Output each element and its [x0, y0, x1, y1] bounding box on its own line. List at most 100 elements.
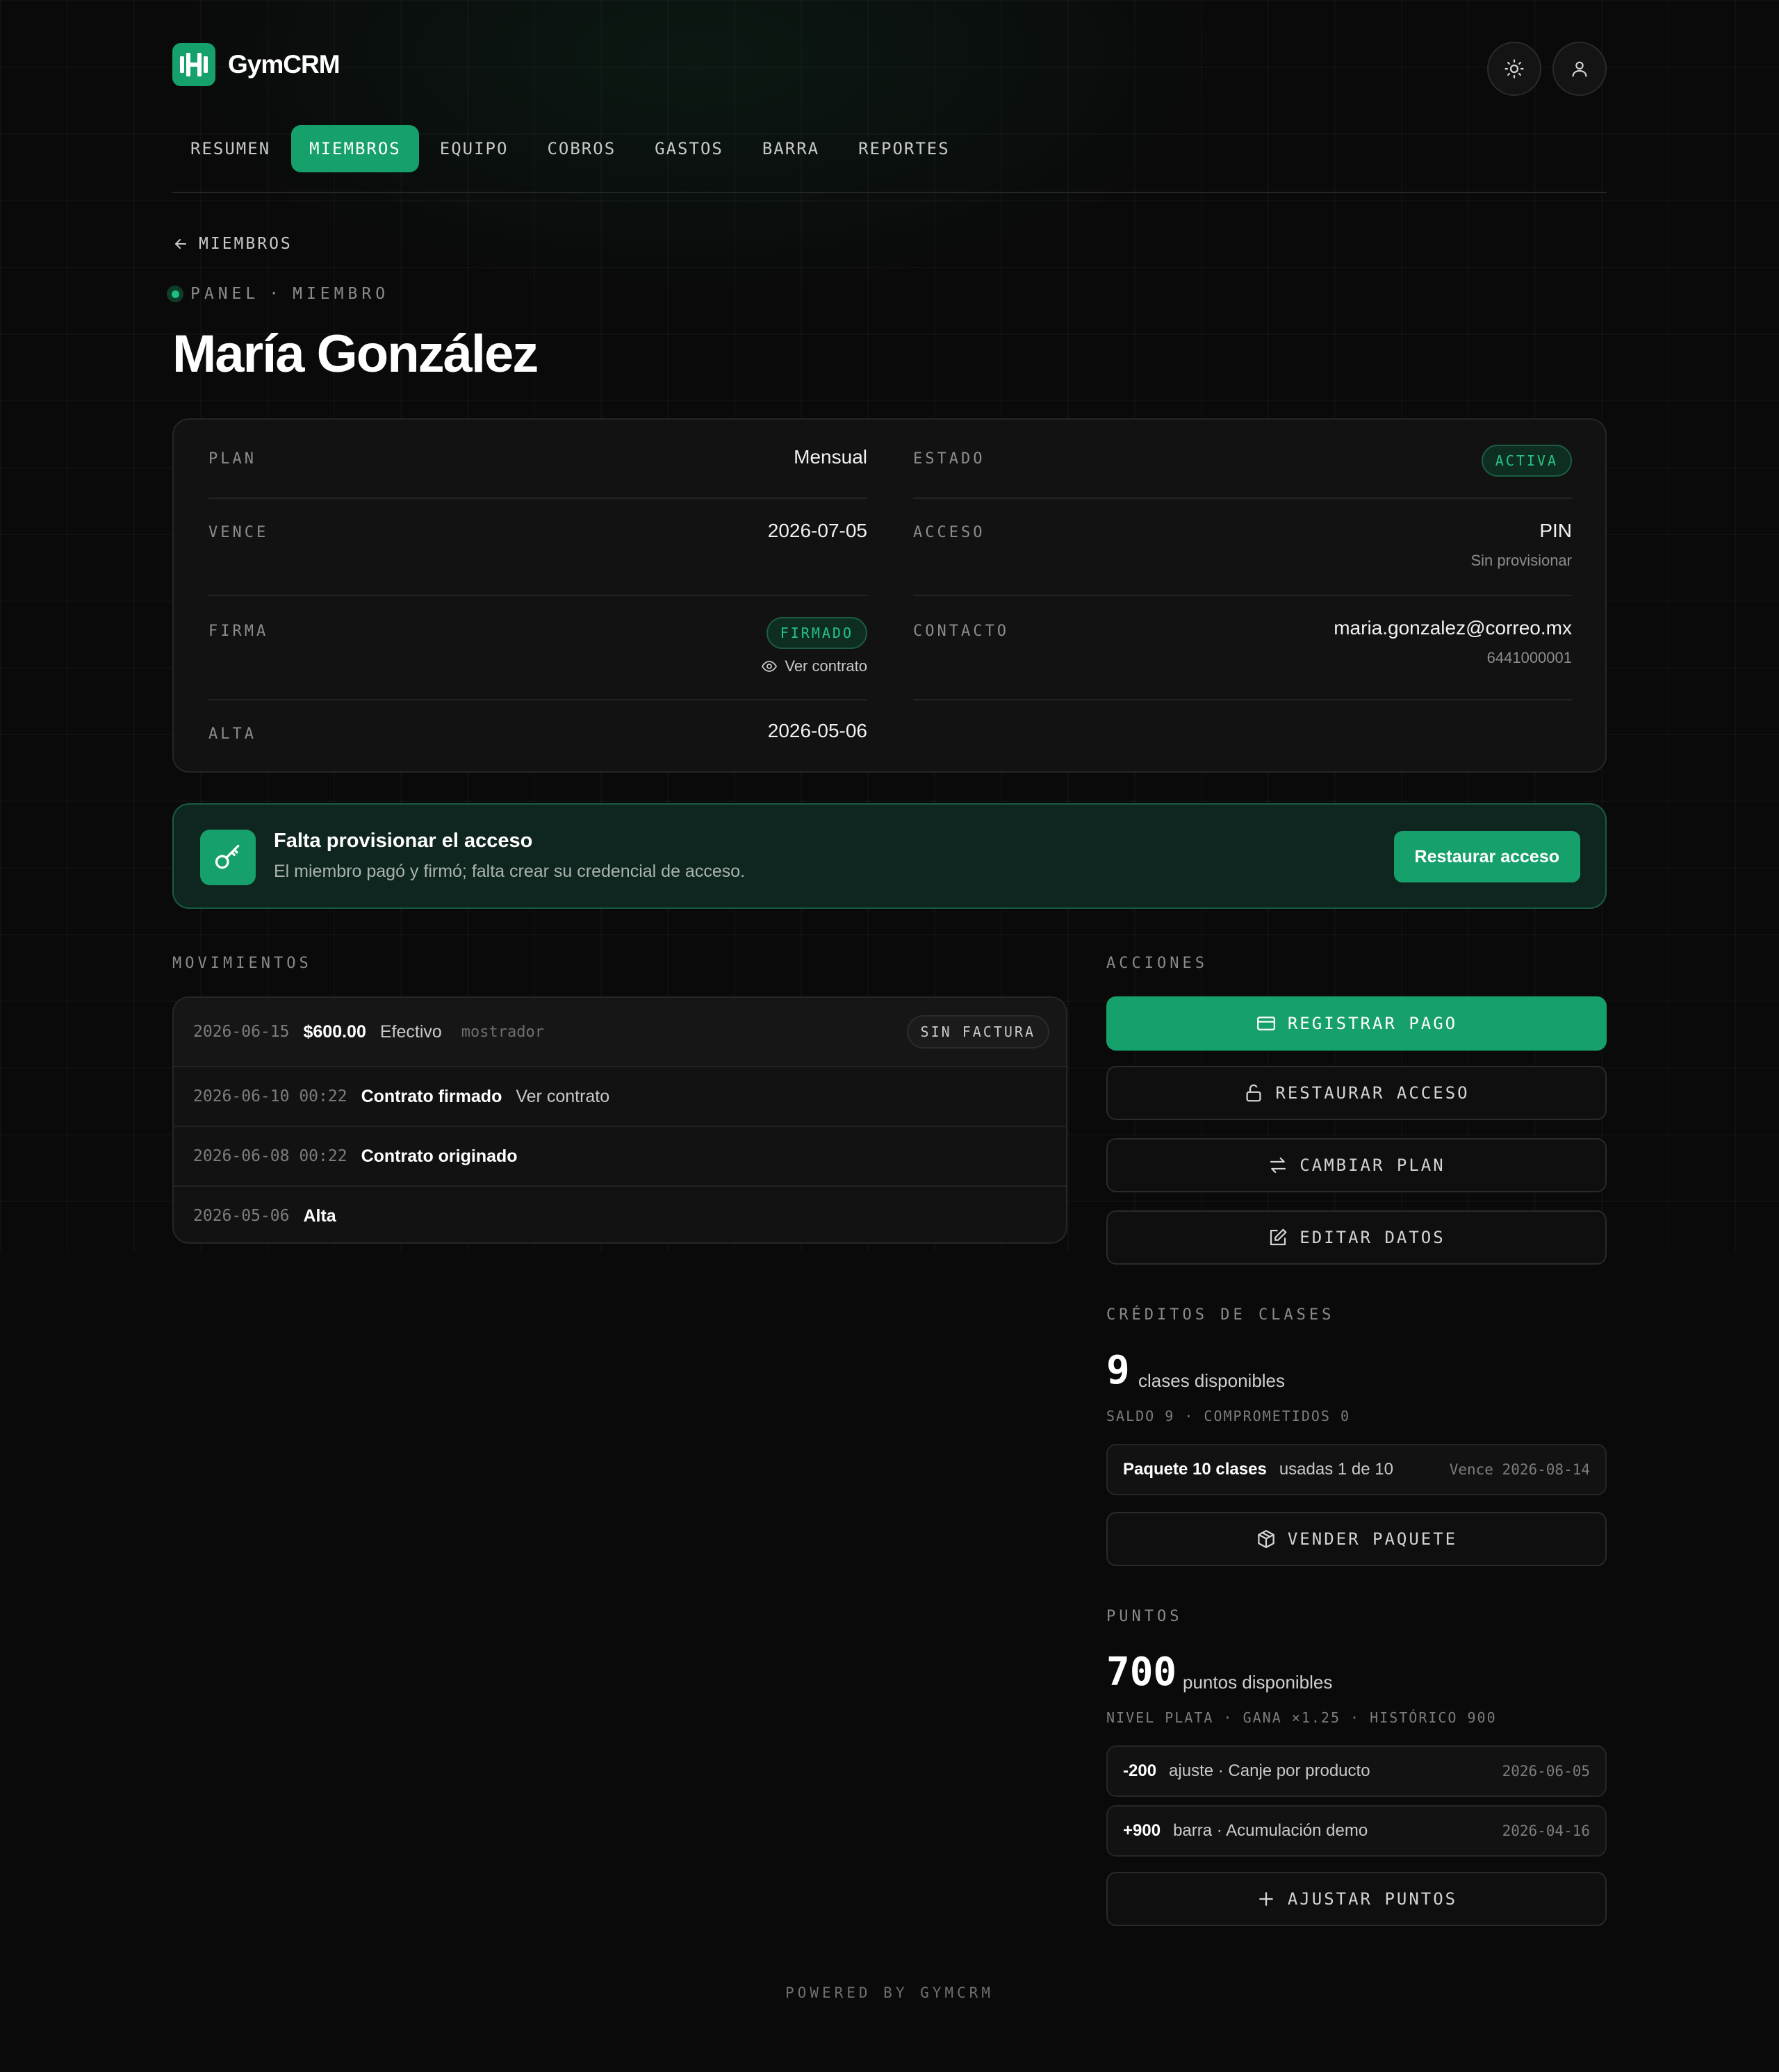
points-delta: -200: [1123, 1761, 1157, 1780]
arrow-left-icon: [175, 239, 186, 249]
movement-row: 2026-06-08 00:22 Contrato originado: [174, 1127, 1066, 1185]
points-meta: NIVEL PLATA · GANA ×1.25 · HISTÓRICO 900: [1106, 1709, 1497, 1726]
nav-item-cobros[interactable]: COBROS: [529, 125, 634, 172]
acceso-label: ACCESO: [913, 524, 985, 541]
main-nav: RESUMEN MIEMBROS EQUIPO COBROS GASTOS BA…: [172, 125, 971, 172]
editar-datos-label: EDITAR DATOS: [1300, 1228, 1445, 1247]
nav-item-reportes[interactable]: REPORTES: [840, 125, 968, 172]
page-title: María González: [172, 324, 539, 384]
registrar-pago-button[interactable]: REGISTRAR PAGO: [1106, 996, 1607, 1051]
editar-datos-button[interactable]: EDITAR DATOS: [1106, 1210, 1607, 1265]
movement-date: 2026-06-15: [193, 1023, 290, 1041]
cambiar-plan-button[interactable]: CAMBIAR PLAN: [1106, 1138, 1607, 1192]
package-usage: usadas 1 de 10: [1279, 1460, 1393, 1479]
contact-email: maria.gonzalez@correo.mx: [1334, 617, 1572, 639]
logo[interactable]: GymCRM: [172, 43, 341, 86]
back-link-label: MIEMBROS: [199, 235, 293, 253]
registrar-pago-label: REGISTRAR PAGO: [1287, 1014, 1458, 1033]
estado-label: ESTADO: [913, 450, 985, 468]
points-entry: +900 barra · Acumulación demo 2026-04-16: [1106, 1805, 1607, 1857]
creditos-heading: CRÉDITOS DE CLASES: [1106, 1306, 1335, 1324]
ajustar-puntos-button[interactable]: AJUSTAR PUNTOS: [1106, 1872, 1607, 1926]
key-icon: [200, 830, 256, 885]
nav-item-gastos[interactable]: GASTOS: [637, 125, 741, 172]
plan-value: Mensual: [794, 446, 867, 468]
edit-icon: [1270, 1228, 1287, 1246]
ver-contrato-movement-link[interactable]: Ver contrato: [516, 1087, 609, 1107]
ver-contrato-label: Ver contrato: [785, 657, 867, 675]
plan-label: PLAN: [208, 450, 256, 468]
restaurar-acceso-button[interactable]: RESTAURAR ACCESO: [1106, 1066, 1607, 1120]
points-delta: +900: [1123, 1821, 1161, 1840]
info-right-column: ESTADO ACTIVA ACCESO PIN Sin provisionar…: [913, 420, 1572, 774]
credits-meta: SALDO 9 · COMPROMETIDOS 0: [1106, 1408, 1351, 1424]
movement-date: 2026-06-08 00:22: [193, 1147, 347, 1165]
nav-item-miembros[interactable]: MIEMBROS: [291, 125, 419, 172]
back-link[interactable]: MIEMBROS: [172, 235, 293, 253]
vender-paquete-button[interactable]: VENDER PAQUETE: [1106, 1512, 1607, 1566]
restaurar-acceso-label: RESTAURAR ACCESO: [1275, 1083, 1470, 1103]
breadcrumb: PANEL · MIEMBRO: [167, 285, 389, 303]
app-header: GymCRM: [172, 42, 1607, 97]
unlock-icon: [1246, 1084, 1261, 1102]
movement-event: Contrato originado: [361, 1146, 518, 1166]
divider: [208, 498, 867, 499]
movement-date: 2026-06-10 00:22: [193, 1087, 347, 1105]
movement-date: 2026-05-06: [193, 1207, 290, 1225]
nav-item-barra[interactable]: BARRA: [744, 125, 837, 172]
contacto-label: CONTACTO: [913, 623, 1009, 640]
vender-paquete-label: VENDER PAQUETE: [1287, 1529, 1458, 1549]
access-alert-banner: Falta provisionar el acceso El miembro p…: [172, 803, 1607, 909]
info-left-column: PLAN Mensual VENCE 2026-07-05 FIRMA FIRM…: [208, 420, 867, 774]
movement-method: Efectivo: [379, 1021, 442, 1042]
nav-divider: [172, 192, 1607, 193]
acceso-status: Sin provisionar: [1470, 552, 1572, 569]
movement-row: 2026-06-10 00:22 Contrato firmado Ver co…: [174, 1067, 1066, 1126]
movement-row: 2026-05-06 Alta: [174, 1187, 1066, 1242]
movement-row: 2026-06-15 $600.00 Efectivo mostrador SI…: [174, 998, 1066, 1066]
user-menu-button[interactable]: [1552, 42, 1607, 96]
divider: [913, 595, 1572, 596]
package-expiry: Vence 2026-08-14: [1449, 1461, 1590, 1478]
divider: [913, 699, 1572, 700]
breadcrumb-panel: PANEL: [190, 285, 260, 303]
cambiar-plan-label: CAMBIAR PLAN: [1300, 1156, 1445, 1175]
status-dot-icon: [167, 286, 183, 302]
package-icon: [1258, 1530, 1274, 1548]
credits-count: 9: [1106, 1348, 1130, 1393]
package-name: Paquete 10 clases: [1123, 1460, 1267, 1479]
movement-amount: $600.00: [303, 1021, 366, 1042]
movement-event: Contrato firmado: [361, 1086, 502, 1106]
divider: [208, 699, 867, 700]
theme-toggle-button[interactable]: [1487, 42, 1541, 96]
invoice-status-badge: SIN FACTURA: [906, 1015, 1049, 1049]
dumbbell-logo-icon: [172, 43, 215, 86]
member-info-card: PLAN Mensual VENCE 2026-07-05 FIRMA FIRM…: [172, 418, 1607, 773]
estado-status-badge: ACTIVA: [1481, 445, 1572, 477]
acciones-heading: ACCIONES: [1106, 955, 1208, 972]
vence-value: 2026-07-05: [767, 520, 867, 541]
points-date: 2026-06-05: [1502, 1763, 1590, 1779]
nav-item-resumen[interactable]: RESUMEN: [172, 125, 288, 172]
app-name: GymCRM: [228, 50, 341, 79]
credit-card-icon: [1256, 1017, 1275, 1030]
firma-status-badge: FIRMADO: [766, 617, 867, 649]
points-entry: -200 ajuste · Canje por producto 2026-06…: [1106, 1745, 1607, 1797]
ajustar-puntos-label: AJUSTAR PUNTOS: [1287, 1889, 1458, 1909]
puntos-heading: PUNTOS: [1106, 1608, 1183, 1625]
swap-icon: [1270, 1157, 1286, 1174]
credits-label: clases disponibles: [1138, 1370, 1286, 1391]
restaurar-acceso-alert-button[interactable]: Restaurar acceso: [1393, 831, 1580, 882]
package-row: Paquete 10 clases usadas 1 de 10 Vence 2…: [1106, 1444, 1607, 1495]
nav-item-equipo[interactable]: EQUIPO: [422, 125, 527, 172]
movimientos-heading: MOVIMIENTOS: [172, 955, 312, 972]
acceso-value: PIN: [1539, 520, 1572, 541]
eye-icon: [762, 661, 778, 672]
breadcrumb-member: MIEMBRO: [293, 285, 390, 303]
divider: [913, 498, 1572, 499]
movement-location: mostrador: [461, 1023, 545, 1041]
plus-icon: [1259, 1892, 1273, 1906]
contact-phone: 6441000001: [1486, 649, 1572, 666]
points-label: puntos disponibles: [1183, 1672, 1333, 1693]
ver-contrato-link[interactable]: Ver contrato: [761, 657, 867, 675]
